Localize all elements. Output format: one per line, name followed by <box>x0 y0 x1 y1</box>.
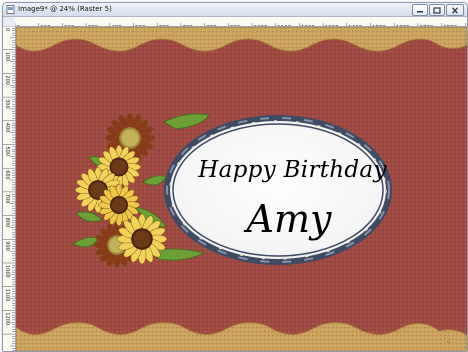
close-button[interactable] <box>446 4 464 16</box>
ruler-label: 600 <box>4 170 10 180</box>
maximize-icon <box>433 6 441 14</box>
minimize-button[interactable] <box>412 4 428 16</box>
title-bar[interactable]: Image9* @ 24% (Raster 5) <box>3 3 467 17</box>
name-text: Amy <box>246 197 332 241</box>
image-canvas[interactable]: ~ Happy Birthday Amy <box>16 27 467 351</box>
greeting-text: Happy Birthday <box>198 157 387 183</box>
ruler-label: 400 <box>4 123 10 133</box>
ruler-label: 100 <box>4 52 10 62</box>
ruler-label: 700 <box>4 194 10 204</box>
ruler-label: 900 <box>4 241 10 251</box>
ruler-label: 300 <box>4 99 10 109</box>
ruler-label: 1200 <box>4 312 10 325</box>
top-ruler: 0100200300400500600700800900100011001200… <box>15 17 467 27</box>
ruler-label: 0 <box>4 28 10 31</box>
close-icon <box>452 6 458 14</box>
document-icon <box>6 5 15 14</box>
ruler-label: 800 <box>4 218 10 228</box>
ruler-label: 500 <box>4 147 10 157</box>
ruler-label: 1000 <box>4 265 10 278</box>
minimize-icon <box>417 11 423 13</box>
ruler-label: 1100 <box>4 289 10 302</box>
ruler-label: 200 <box>4 75 10 85</box>
window-title: Image9* @ 24% (Raster 5) <box>18 5 112 13</box>
signature: ~ <box>446 339 451 346</box>
image-window: Image9* @ 24% (Raster 5) 0 100 200 300 400 50… <box>2 2 468 352</box>
left-ruler: 0 100 200 300 400 500 600 700 800 900 1000 1100 1200 <box>3 26 16 351</box>
maximize-button[interactable] <box>429 4 445 16</box>
